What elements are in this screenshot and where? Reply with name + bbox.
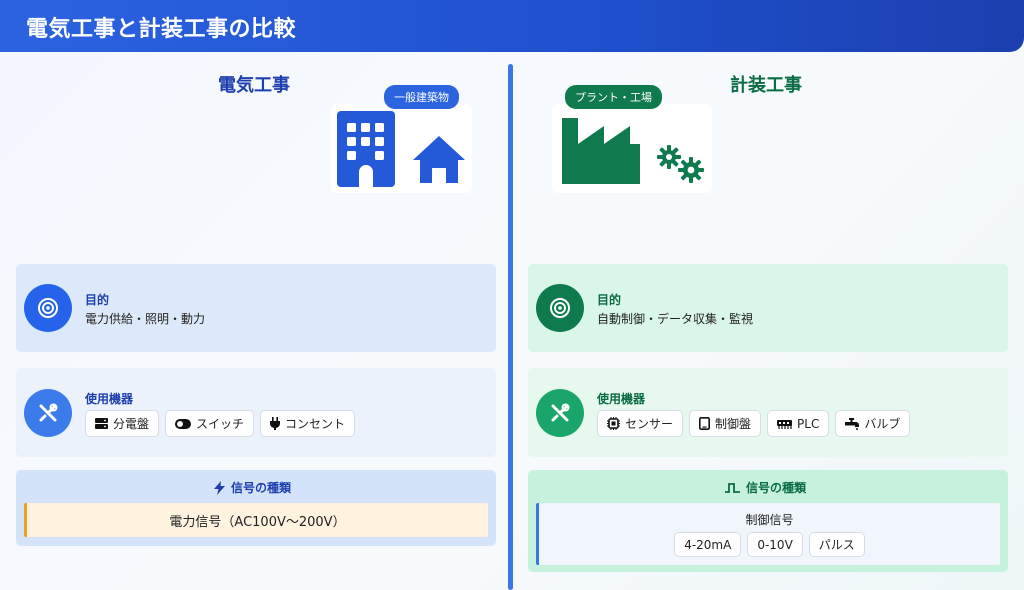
tools-icon <box>536 389 584 437</box>
equipment-chip-label: コンセント <box>285 417 346 431</box>
memory-icon <box>777 419 793 429</box>
signal-value-chips: 4-20mA 0-10V パルス <box>539 532 1000 557</box>
equipment-chip: センサー <box>597 410 684 437</box>
equipment-chip-label: スイッチ <box>196 417 245 431</box>
purpose-label: 目的 <box>85 293 110 307</box>
pulse-icon <box>725 482 740 493</box>
equipment-label: 使用機器 <box>597 392 646 406</box>
instrumentation-purpose-card: 目的 自動制御・データ収集・監視 <box>528 264 1008 352</box>
signal-heading: 信号の種類 <box>725 479 806 496</box>
purpose-label: 目的 <box>597 293 622 307</box>
tablet-icon <box>699 417 711 430</box>
house-icon <box>413 136 465 183</box>
column-divider <box>508 64 513 590</box>
instrumentation-signal-card: 信号の種類 制御信号 4-20mA 0-10V パルス <box>528 470 1008 572</box>
page-title: 電気工事と計装工事の比較 <box>26 17 297 42</box>
panel-icon <box>95 418 108 429</box>
purpose-text: 自動制御・データ収集・監視 <box>597 312 754 326</box>
gears-icon <box>657 145 704 183</box>
equipment-chip: バルブ <box>835 410 911 437</box>
equipment-chips: 分電盤 スイッチ コンセント <box>85 410 356 437</box>
page-header: 電気工事と計装工事の比較 <box>0 0 1024 52</box>
equipment-chips: センサー 制御盤 PLC バルブ <box>597 410 911 437</box>
bolt-icon <box>214 480 225 495</box>
chip-icon <box>607 417 620 430</box>
equipment-chip-label: PLC <box>797 416 820 431</box>
signal-value-chip: 0-10V <box>747 532 803 557</box>
signal-label: 信号の種類 <box>231 481 292 495</box>
signal-label: 信号の種類 <box>746 481 807 495</box>
faucet-icon <box>845 417 860 430</box>
equipment-chip: 分電盤 <box>85 410 160 437</box>
tools-icon <box>24 389 72 437</box>
electrical-title: 電気工事 <box>218 75 290 96</box>
equipment-chip: スイッチ <box>165 410 255 437</box>
equipment-label: 使用機器 <box>85 392 134 406</box>
instrumentation-title: 計装工事 <box>730 75 802 96</box>
target-icon <box>24 284 72 332</box>
target-icon <box>536 284 584 332</box>
equipment-chip: PLC <box>767 410 830 437</box>
equipment-chip: 制御盤 <box>689 410 762 437</box>
equipment-chip-label: 制御盤 <box>715 417 752 431</box>
control-signal-title: 制御信号 <box>745 513 794 527</box>
equipment-chip: コンセント <box>260 410 356 437</box>
equipment-chip-label: センサー <box>625 417 674 431</box>
signal-heading: 信号の種類 <box>214 479 291 496</box>
factory-illustration <box>552 104 712 193</box>
signal-value-chip: 4-20mA <box>674 532 742 557</box>
instrumentation-equipment-card: 使用機器 センサー 制御盤 PLC バルブ <box>528 368 1008 457</box>
building-type-tag: 一般建築物 <box>384 85 459 109</box>
signal-value: 電力信号（AC100V〜200V） <box>24 503 488 537</box>
signal-value-chip: パルス <box>808 532 865 557</box>
purpose-text: 電力供給・照明・動力 <box>85 312 206 326</box>
plug-icon <box>270 417 281 430</box>
electrical-signal-card: 信号の種類 電力信号（AC100V〜200V） <box>16 470 496 546</box>
electrical-equipment-card: 使用機器 分電盤 スイッチ コンセント <box>16 368 496 457</box>
toggle-icon <box>175 418 192 429</box>
electrical-purpose-card: 目的 電力供給・照明・動力 <box>16 264 496 352</box>
control-signal-box: 制御信号 4-20mA 0-10V パルス <box>536 503 1000 565</box>
facility-type-tag: プラント・工場 <box>565 85 662 109</box>
building-illustration <box>331 104 472 193</box>
equipment-chip-label: バルブ <box>864 417 901 431</box>
equipment-chip-label: 分電盤 <box>113 417 150 431</box>
